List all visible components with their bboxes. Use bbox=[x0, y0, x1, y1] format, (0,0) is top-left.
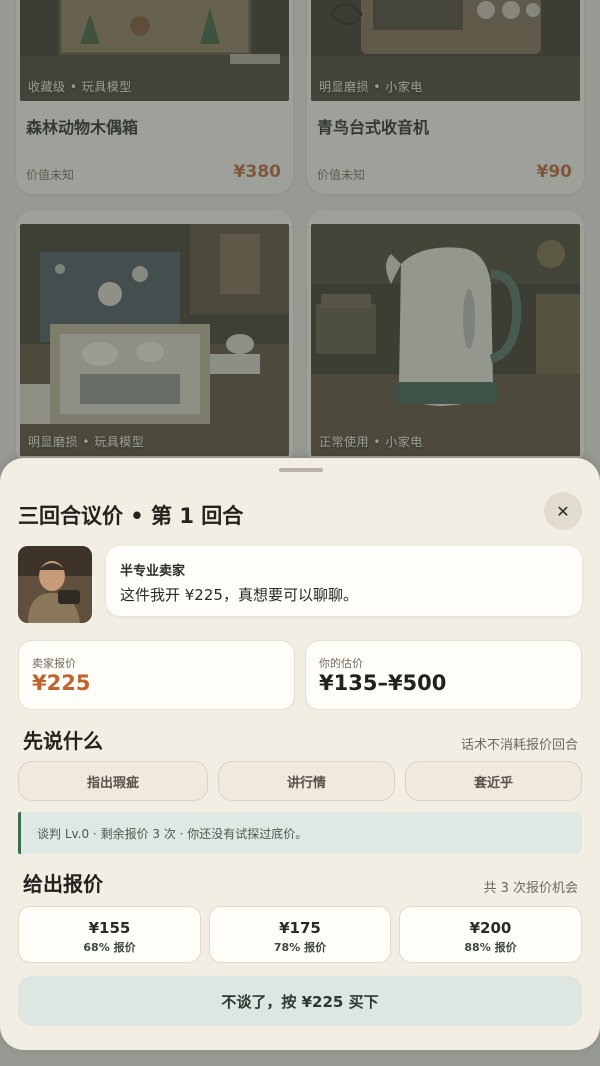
seller-offer-box: 卖家报价 ¥225 bbox=[18, 640, 295, 710]
your-estimate-value: ¥135–¥500 bbox=[319, 671, 447, 695]
offer-option[interactable]: ¥175 78% 报价 bbox=[209, 906, 391, 963]
sheet-grabber[interactable] bbox=[279, 468, 323, 472]
offer-option[interactable]: ¥200 88% 报价 bbox=[399, 906, 582, 963]
seller-message: 半专业卖家 这件我开 ¥225，真想要可以聊聊。 bbox=[106, 546, 582, 616]
close-icon: ✕ bbox=[556, 501, 570, 521]
your-estimate-label: 你的估价 bbox=[319, 657, 363, 670]
offer-option[interactable]: ¥155 68% 报价 bbox=[18, 906, 201, 963]
negotiation-hint: 谈判 Lv.0 · 剩余报价 3 次 · 你还没有试探过底价。 bbox=[18, 812, 582, 854]
talk-note: 话术不消耗报价回合 bbox=[460, 738, 578, 753]
seller-message-text: 这件我开 ¥225，真想要可以聊聊。 bbox=[120, 586, 358, 604]
offer-amount: ¥200 bbox=[469, 919, 512, 937]
seller-offer-value: ¥225 bbox=[32, 671, 91, 695]
offer-amount: ¥175 bbox=[279, 919, 321, 937]
offer-chance: 88% 报价 bbox=[464, 941, 517, 954]
your-estimate-box: 你的估价 ¥135–¥500 bbox=[305, 640, 582, 710]
sheet-title: 三回合议价 • 第 1 回合 bbox=[18, 504, 244, 528]
offer-chance: 78% 报价 bbox=[273, 941, 327, 954]
seller-role: 半专业卖家 bbox=[120, 564, 186, 579]
offers-note: 共 3 次报价机会 bbox=[483, 881, 578, 896]
close-button[interactable]: ✕ bbox=[544, 492, 582, 530]
talk-heading: 先说什么 bbox=[23, 729, 103, 753]
talk-option-market[interactable]: 讲行情 bbox=[218, 761, 395, 801]
seller-avatar bbox=[18, 546, 92, 623]
bargain-sheet: 三回合议价 • 第 1 回合 ✕ 半专业卖家 这件我开 ¥225，真想要可以聊聊… bbox=[0, 458, 600, 1050]
talk-option-flaws[interactable]: 指出瑕疵 bbox=[18, 761, 208, 801]
offer-chance: 68% 报价 bbox=[83, 941, 136, 954]
offer-amount: ¥155 bbox=[88, 919, 131, 937]
offers-heading: 给出报价 bbox=[23, 872, 103, 896]
accept-price-button[interactable]: 不谈了，按 ¥225 买下 bbox=[18, 976, 582, 1026]
seller-offer-label: 卖家报价 bbox=[32, 657, 76, 670]
talk-option-rapport[interactable]: 套近乎 bbox=[405, 761, 582, 801]
